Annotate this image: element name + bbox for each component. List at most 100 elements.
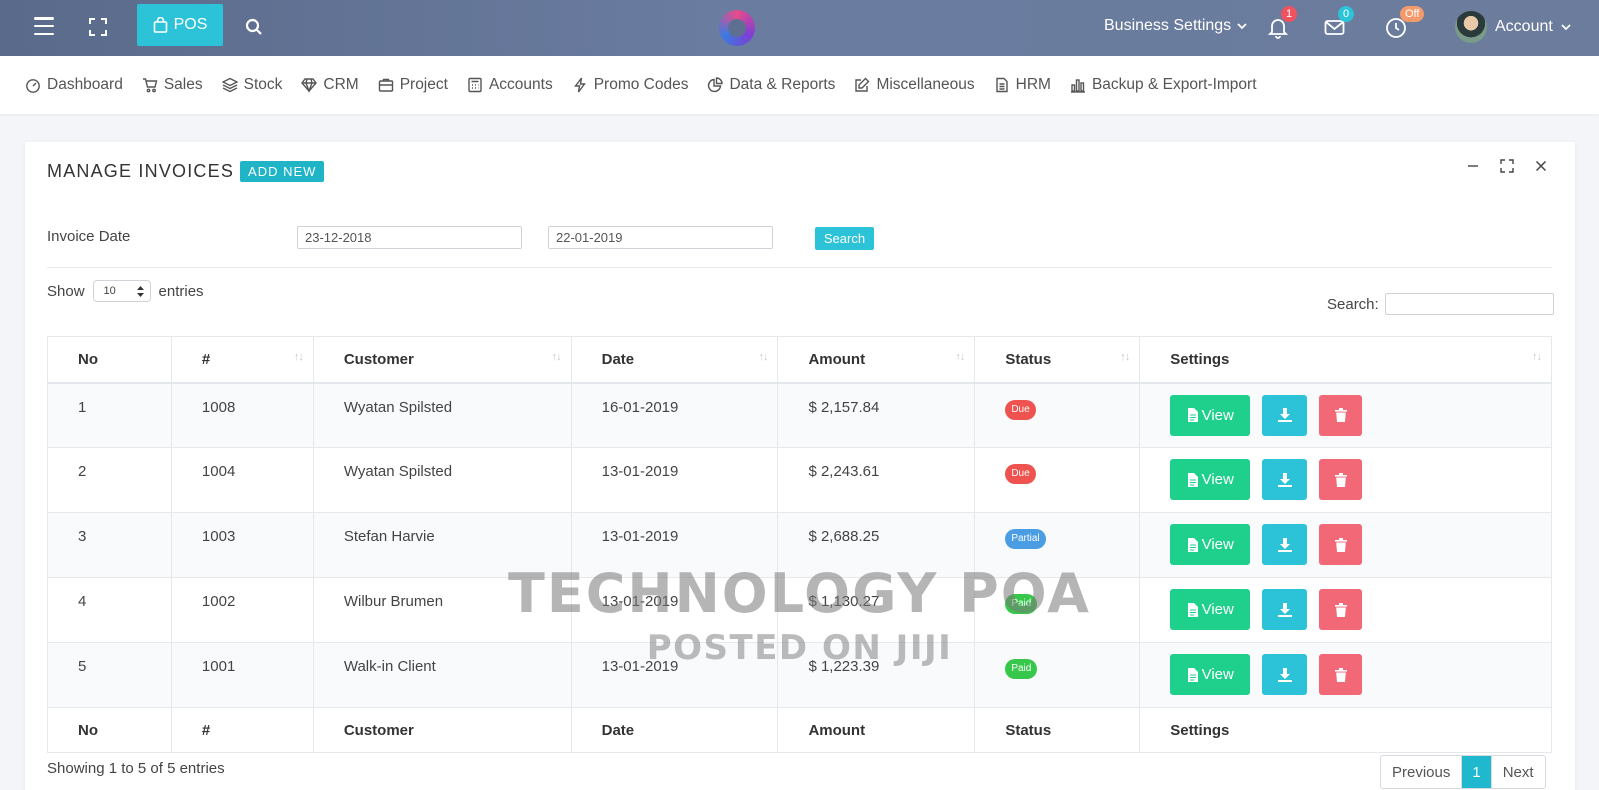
status-badge: Paid (1005, 659, 1038, 679)
nav-stock[interactable]: Stock (221, 76, 283, 94)
nav-label: Data & Reports (729, 76, 836, 93)
cell-no: 2 (47, 447, 172, 513)
nav-dashboard[interactable]: Dashboard (25, 76, 123, 94)
clock-status-badge: Off (1400, 6, 1425, 22)
delete-button[interactable] (1319, 589, 1363, 630)
nav-label: HRM (1015, 76, 1051, 93)
nav-data-reports[interactable]: Data & Reports (707, 76, 835, 94)
column-header-no[interactable]: No (47, 336, 172, 384)
column-header-id[interactable]: # ↑↓ (170, 336, 314, 384)
column-header-amount[interactable]: Amount ↑↓ (777, 336, 976, 384)
download-icon (1277, 472, 1292, 487)
nav-label: Backup & Export-Import (1091, 76, 1257, 93)
nav-label: Miscellaneous (876, 76, 975, 93)
cell-no: 1 (47, 382, 172, 448)
nav-label: Promo Codes (593, 76, 689, 93)
nav-label: Stock (243, 76, 283, 93)
nav-label: Accounts (488, 76, 553, 93)
nav-label: Sales (163, 76, 203, 93)
date-search-button[interactable]: Search (815, 227, 874, 250)
download-button[interactable] (1262, 394, 1308, 436)
view-button[interactable]: View (1170, 654, 1251, 695)
clock-button[interactable]: Off (1385, 6, 1425, 40)
table-search-input[interactable] (1384, 293, 1554, 315)
column-header-status[interactable]: Status ↑↓ (974, 336, 1141, 384)
delete-button[interactable] (1319, 524, 1363, 565)
notifications-button[interactable]: 1 (1267, 6, 1298, 40)
cell-invoice-id: 1004 (170, 447, 314, 513)
table-info: Showing 1 to 5 of 5 entries (47, 760, 225, 777)
nav-sales[interactable]: Sales (142, 76, 203, 94)
table-row: 5 1001 Walk-in Client 13-01-2019 $ 1,223.39 P… (47, 642, 1552, 708)
search-icon[interactable] (240, 14, 268, 40)
column-header-date[interactable]: Date ↑↓ (570, 336, 779, 384)
nav-backup-export-import[interactable]: Backup & Export-Import (1070, 76, 1257, 94)
cell-settings: View (1139, 447, 1552, 513)
cell-status: Partial (974, 512, 1141, 578)
view-button[interactable]: View (1170, 394, 1251, 436)
download-button[interactable] (1262, 459, 1308, 500)
cell-amount: $ 2,157.84 (777, 382, 976, 448)
messages-button[interactable]: 0 (1324, 6, 1355, 40)
footer-date: Date (570, 707, 779, 753)
diamond-icon (301, 78, 318, 93)
nav-label: CRM (323, 76, 359, 93)
delete-button[interactable] (1319, 459, 1363, 500)
close-icon[interactable] (1533, 158, 1549, 174)
next-page-button[interactable]: Next (1490, 756, 1545, 788)
cell-settings: View (1139, 577, 1552, 643)
date-from-input[interactable] (297, 226, 522, 249)
view-button[interactable]: View (1170, 459, 1251, 500)
nav-label: Project (399, 76, 448, 93)
delete-button[interactable] (1319, 654, 1363, 695)
sort-icon: ↑↓ (955, 351, 965, 363)
nav-promo-codes[interactable]: Promo Codes (572, 76, 689, 94)
delete-button[interactable] (1319, 394, 1363, 436)
entries-select[interactable]: 10 (92, 280, 151, 302)
maximize-icon[interactable] (1499, 158, 1515, 174)
nav-hrm[interactable]: HRM (994, 76, 1051, 94)
pos-button[interactable]: POS (137, 4, 223, 46)
view-label: View (1201, 471, 1234, 488)
notifications-badge: 1 (1281, 6, 1298, 22)
previous-page-button[interactable]: Previous (1381, 756, 1461, 788)
view-button[interactable]: View (1170, 524, 1251, 565)
minimize-icon[interactable] (1465, 158, 1481, 174)
download-button[interactable] (1262, 654, 1308, 695)
view-button[interactable]: View (1170, 589, 1251, 630)
download-button[interactable] (1262, 589, 1308, 630)
page-1-button[interactable]: 1 (1461, 756, 1491, 788)
entries-label: entries (158, 282, 204, 300)
add-new-button[interactable]: ADD NEW (240, 161, 325, 182)
cell-customer: Wyatan Spilsted (312, 382, 572, 448)
column-header-customer[interactable]: Customer ↑↓ (312, 336, 572, 384)
messages-badge: 0 (1338, 6, 1355, 22)
download-button[interactable] (1262, 524, 1308, 565)
column-header-settings[interactable]: Settings ↑↓ (1139, 336, 1552, 384)
fullscreen-icon[interactable] (86, 14, 110, 40)
cell-settings: View (1139, 382, 1552, 448)
shopping-bag-icon (153, 17, 167, 33)
pos-label: POS (173, 16, 208, 33)
footer-no: No (47, 707, 172, 753)
file-icon (1187, 472, 1198, 487)
briefcase-icon (378, 78, 393, 92)
account-menu[interactable]: Account (1455, 10, 1571, 44)
main-nav: Dashboard Sales Stock CRM Project Accoun… (0, 56, 1599, 114)
page-title: MANAGE INVOICES (47, 161, 235, 181)
nav-accounts[interactable]: Accounts (467, 76, 553, 94)
status-badge: Paid (1005, 594, 1038, 614)
cell-status: Due (974, 447, 1141, 513)
menu-toggle-icon[interactable] (30, 14, 58, 38)
nav-crm[interactable]: CRM (301, 76, 359, 94)
cell-customer: Walk-in Client (312, 642, 572, 708)
table-header-row: No # ↑↓ Customer ↑↓ Date ↑↓ Amount ↑↓ Status… (47, 336, 1552, 384)
nav-project[interactable]: Project (378, 76, 448, 94)
download-icon (1277, 408, 1292, 422)
business-settings-menu[interactable]: Business Settings (1104, 12, 1247, 40)
calculator-icon (468, 77, 482, 93)
brand-logo[interactable] (719, 10, 755, 46)
date-to-input[interactable] (548, 226, 773, 249)
nav-miscellaneous[interactable]: Miscellaneous (854, 76, 975, 94)
status-badge: Due (1005, 464, 1036, 484)
